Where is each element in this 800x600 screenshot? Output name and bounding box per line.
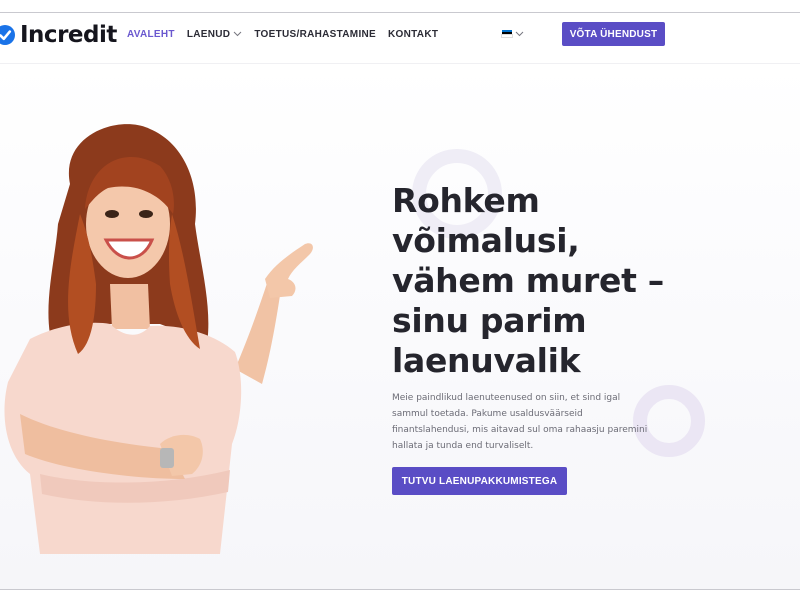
main-nav: AVALEHT LAENUD TOETUS/RAHASTAMINE KONTAK… bbox=[127, 27, 450, 41]
nav-item-label: LAENUD bbox=[186, 28, 231, 40]
nav-item-laenud[interactable]: LAENUD bbox=[187, 27, 242, 41]
site-logo[interactable]: Incredit bbox=[0, 22, 117, 48]
nav-item-kontakt[interactable]: KONTAKT bbox=[388, 27, 438, 41]
incredit-logo-icon bbox=[0, 25, 15, 45]
loan-offers-button[interactable]: TUTVU LAENUPAKKUMISTEGA bbox=[392, 467, 567, 495]
chevron-down-icon bbox=[233, 31, 242, 37]
browser-viewport: Incredit AVALEHT LAENUD TOETUS/RAHASTAMI… bbox=[0, 12, 800, 590]
smiling-woman-pointing-photo bbox=[4, 124, 313, 554]
hero-section: Rohkem võimalusi, vähem muret – sinu par… bbox=[0, 64, 800, 589]
estonia-flag-icon bbox=[501, 30, 513, 39]
brand-name: Incredit bbox=[20, 22, 117, 48]
site-header: Incredit AVALEHT LAENUD TOETUS/RAHASTAMI… bbox=[0, 13, 800, 64]
nav-item-avaleht[interactable]: AVALEHT bbox=[127, 27, 175, 41]
nav-item-label: KONTAKT bbox=[388, 28, 439, 40]
hero-title: Rohkem võimalusi, vähem muret – sinu par… bbox=[392, 181, 664, 380]
chevron-down-icon bbox=[515, 31, 524, 36]
nav-item-toetus-rahastamine[interactable]: TOETUS/RAHASTAMINE bbox=[254, 27, 376, 41]
language-selector[interactable] bbox=[501, 30, 524, 39]
contact-button[interactable]: VÕTA ÜHENDUST bbox=[562, 22, 665, 46]
nav-item-label: AVALEHT bbox=[127, 28, 175, 40]
nav-item-label: TOETUS/RAHASTAMINE bbox=[254, 28, 377, 40]
hero-description: Meie paindlikud laenuteenused on siin, e… bbox=[392, 393, 648, 451]
